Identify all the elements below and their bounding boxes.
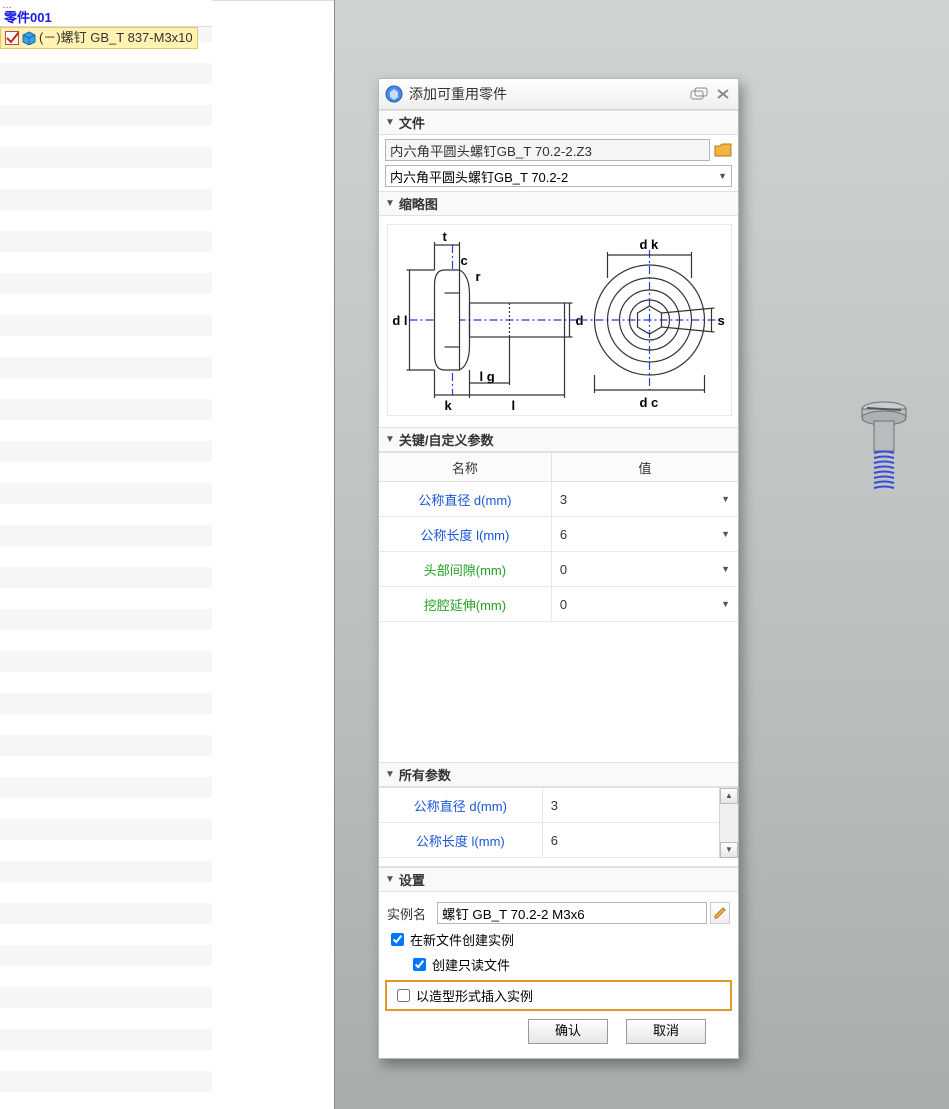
- chevron-down-icon[interactable]: ▼: [721, 564, 730, 574]
- highlighted-option: 以造型形式插入实例: [385, 980, 732, 1011]
- checkbox-insert-as-shape[interactable]: [397, 989, 410, 1002]
- section-label: 缩略图: [399, 194, 438, 213]
- param-value: 3: [551, 798, 558, 813]
- param-name: 挖腔延伸(mm): [424, 598, 506, 613]
- section-header-file[interactable]: ▼ 文件: [379, 110, 738, 135]
- checkbox-create-readonly[interactable]: [413, 958, 426, 971]
- param-name: 公称长度 l(mm): [416, 834, 505, 849]
- svg-text:r: r: [476, 269, 481, 284]
- close-icon[interactable]: [714, 87, 732, 101]
- chevron-down-icon: ▼: [385, 198, 395, 209]
- checkbox-label: 创建只读文件: [432, 955, 510, 974]
- svg-text:c: c: [461, 253, 468, 268]
- dialog-icon: [385, 85, 403, 103]
- svg-text:d c: d c: [640, 395, 659, 410]
- checkbox-label: 在新文件创建实例: [410, 930, 514, 949]
- param-value: 6: [560, 527, 567, 542]
- ok-button[interactable]: 确认: [528, 1019, 608, 1044]
- edit-icon[interactable]: [710, 902, 730, 924]
- svg-text:t: t: [443, 229, 448, 244]
- chevron-down-icon: ▼: [385, 434, 395, 445]
- viewport-separator: [334, 0, 335, 1109]
- table-row[interactable]: 公称直径 d(mm) 3: [379, 788, 719, 823]
- param-value: 0: [560, 597, 567, 612]
- instance-name-input[interactable]: [437, 902, 707, 924]
- svg-text:l g: l g: [480, 369, 495, 384]
- section-label: 设置: [399, 870, 425, 889]
- chevron-down-icon: ▼: [385, 117, 395, 128]
- param-value: 0: [560, 562, 567, 577]
- file-path-input[interactable]: [385, 139, 710, 161]
- tree-item-label: (－)螺钉 GB_T 837-M3x10: [39, 28, 193, 48]
- file-combo-value: 内六角平圆头螺钉GB_T 70.2-2: [390, 167, 568, 186]
- feature-tree-panel: … 零件001 (－)螺钉 GB_T 837-M3x10: [0, 0, 212, 1109]
- dialog-titlebar[interactable]: 添加可重用零件: [379, 79, 738, 110]
- reusable-part-dialog: 添加可重用零件 ▼ 文件 内六角平圆头螺钉GB_T 70.2-2 ▼: [378, 78, 739, 1059]
- table-row[interactable]: 公称直径 d(mm) 3 ▼: [379, 482, 738, 517]
- chevron-down-icon[interactable]: ▼: [721, 599, 730, 609]
- section-header-thumbnail[interactable]: ▼ 缩略图: [379, 191, 738, 216]
- svg-text:d l: d l: [392, 313, 407, 328]
- col-name[interactable]: 名称: [379, 453, 551, 482]
- tree-part-icon: [22, 31, 36, 45]
- chevron-down-icon[interactable]: ▼: [721, 494, 730, 504]
- section-header-key-params[interactable]: ▼ 关键/自定义参数: [379, 427, 738, 452]
- folder-icon[interactable]: [714, 142, 732, 158]
- table-row[interactable]: 公称长度 l(mm) 6 ▼: [379, 517, 738, 552]
- cancel-button[interactable]: 取消: [626, 1019, 706, 1044]
- tree-item-bolt[interactable]: (－)螺钉 GB_T 837-M3x10: [0, 27, 198, 49]
- table-empty-area: [379, 622, 738, 762]
- svg-text:k: k: [445, 398, 453, 413]
- section-label: 关键/自定义参数: [399, 430, 494, 449]
- table-row[interactable]: 头部间隙(mm) 0 ▼: [379, 552, 738, 587]
- param-name: 公称直径 d(mm): [418, 493, 511, 508]
- instance-name-label: 实例名: [387, 904, 437, 923]
- file-combo[interactable]: 内六角平圆头螺钉GB_T 70.2-2 ▼: [385, 165, 732, 187]
- tree-root-item[interactable]: 零件001: [0, 8, 212, 27]
- param-name: 公称长度 l(mm): [420, 528, 509, 543]
- scroll-up-icon[interactable]: ▲: [720, 788, 738, 804]
- table-row[interactable]: 公称长度 l(mm) 6: [379, 823, 719, 858]
- svg-text:d k: d k: [640, 237, 660, 252]
- section-header-all-params[interactable]: ▼ 所有参数: [379, 762, 738, 787]
- chevron-down-icon: ▼: [718, 171, 727, 181]
- thumbnail-area: t c r d l k l g l d d k: [379, 216, 738, 427]
- scroll-down-icon[interactable]: ▼: [720, 842, 738, 858]
- tree-red-checkbox-icon[interactable]: [5, 31, 19, 45]
- table-empty-area: [379, 858, 738, 867]
- chevron-down-icon: ▼: [385, 874, 395, 885]
- bolt-diagram: t c r d l k l g l d d k: [387, 224, 732, 416]
- gutter: [212, 0, 334, 1109]
- param-name: 头部间隙(mm): [424, 563, 506, 578]
- key-params-table: 名称 值 公称直径 d(mm) 3 ▼ 公称长度 l(mm) 6 ▼ 头部间隙(mm…: [379, 452, 738, 622]
- all-params-table: 公称直径 d(mm) 3 公称长度 l(mm) 6: [379, 788, 719, 858]
- scrollbar[interactable]: ▲ ▼: [719, 788, 738, 858]
- checkbox-create-in-new-file[interactable]: [391, 933, 404, 946]
- reset-icon[interactable]: [690, 87, 708, 101]
- param-value: 6: [551, 833, 558, 848]
- param-value: 3: [560, 492, 567, 507]
- svg-text:l: l: [512, 398, 516, 413]
- chevron-down-icon: ▼: [385, 769, 395, 780]
- section-label: 所有参数: [399, 765, 451, 784]
- checkbox-label: 以造型形式插入实例: [416, 986, 533, 1005]
- svg-text:s: s: [718, 313, 725, 328]
- section-label: 文件: [399, 113, 425, 132]
- dialog-title-text: 添加可重用零件: [409, 84, 684, 104]
- bolt-preview: [859, 395, 909, 500]
- chevron-down-icon[interactable]: ▼: [721, 529, 730, 539]
- col-value[interactable]: 值: [551, 453, 738, 482]
- table-row[interactable]: 挖腔延伸(mm) 0 ▼: [379, 587, 738, 622]
- section-header-settings[interactable]: ▼ 设置: [379, 867, 738, 892]
- param-name: 公称直径 d(mm): [414, 799, 507, 814]
